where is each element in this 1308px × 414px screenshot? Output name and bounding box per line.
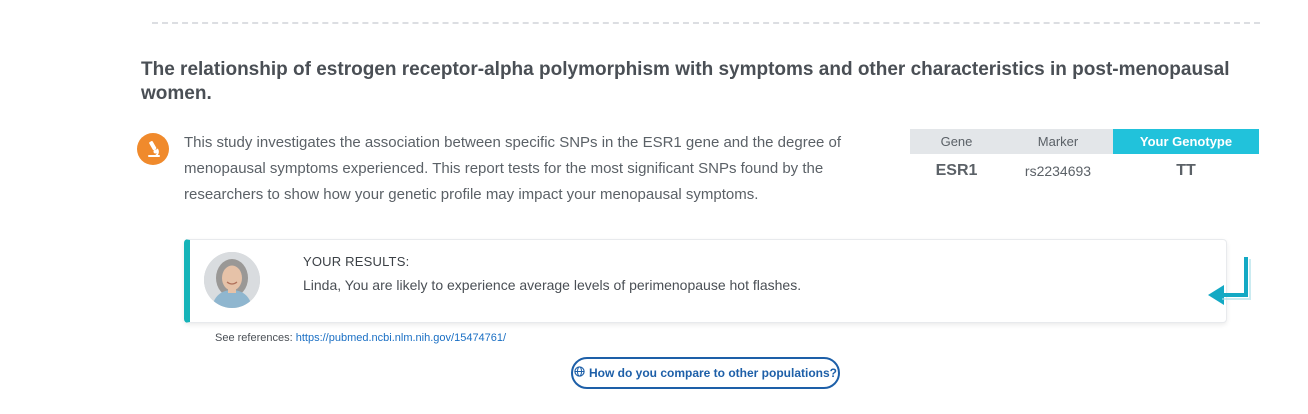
table-row: ESR1 rs2234693 TT — [910, 154, 1259, 188]
compare-populations-button[interactable]: How do you compare to other populations? — [571, 357, 840, 389]
section-divider — [152, 22, 1260, 24]
gene-cell: ESR1 — [935, 162, 978, 179]
marker-cell: rs2234693 — [1024, 163, 1092, 179]
study-description: This study investigates the association … — [184, 134, 842, 203]
genotype-cell: TT — [1176, 162, 1196, 179]
results-text: Linda, You are likely to experience aver… — [303, 277, 802, 293]
genotype-table: Gene Marker Your Genotype ESR1 rs2234693… — [910, 129, 1259, 188]
avatar — [204, 252, 260, 308]
references: See references: https://pubmed.ncbi.nlm.… — [215, 332, 506, 344]
study-title: The relationship of estrogen receptor-al… — [141, 59, 1230, 104]
globe-icon — [574, 366, 585, 380]
reference-link[interactable]: https://pubmed.ncbi.nlm.nih.gov/15474761… — [296, 332, 506, 344]
gene-header: Gene — [910, 129, 1003, 154]
references-prefix: See references: — [215, 332, 293, 344]
results-card: YOUR RESULTS: Linda, You are likely to e… — [184, 239, 1227, 323]
compare-button-label: How do you compare to other populations? — [589, 366, 837, 380]
return-arrow-icon — [1206, 253, 1258, 313]
results-label: YOUR RESULTS: — [303, 254, 410, 269]
genotype-header: Your Genotype — [1113, 129, 1259, 154]
microscope-icon — [137, 133, 169, 165]
marker-header: Marker — [1003, 129, 1113, 154]
